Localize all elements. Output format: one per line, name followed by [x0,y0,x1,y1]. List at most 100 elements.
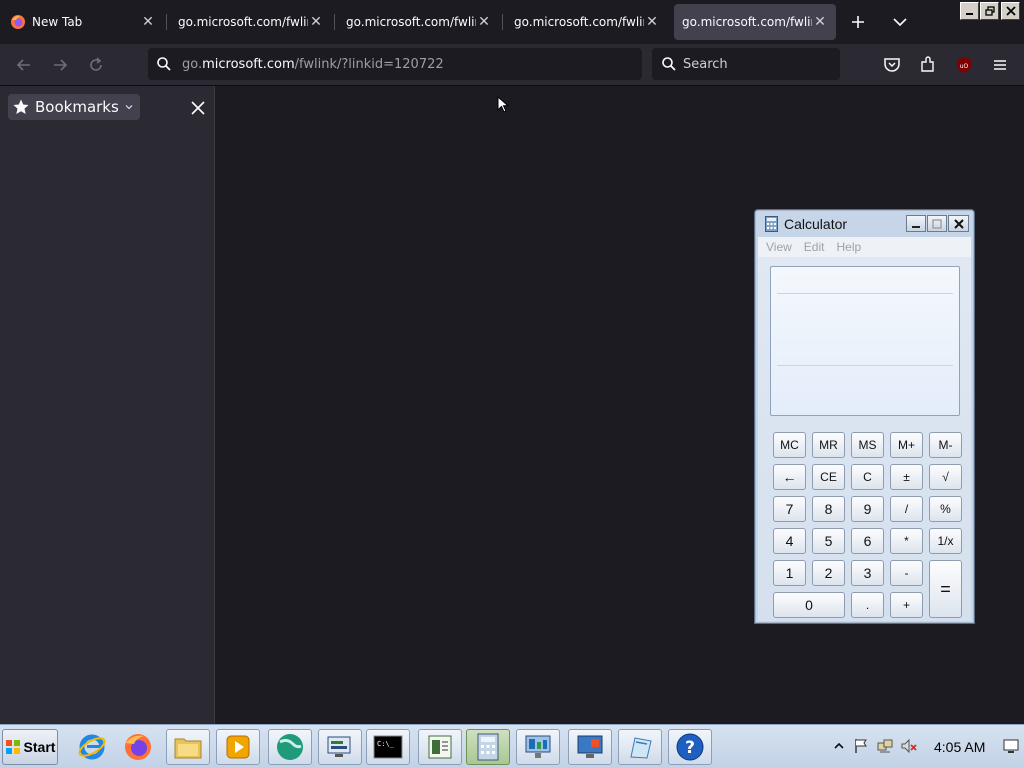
add-button[interactable]: + [890,592,923,618]
windows-logo-icon [5,740,20,754]
task-manager-taskbar-button[interactable] [516,729,560,765]
decimal-point-button[interactable]: . [851,592,884,618]
calculator-close-button[interactable] [948,215,969,232]
divide-button[interactable]: / [890,496,923,522]
monitor-icon [577,735,603,758]
internet-explorer-icon [78,734,106,760]
clear-entry-button[interactable]: CE [812,464,845,490]
url-prefix: go. [182,56,203,72]
remote-desktop-taskbar-button[interactable] [568,729,612,765]
notepad-taskbar-button[interactable] [418,729,462,765]
clear-button[interactable]: C [851,464,884,490]
menu-view[interactable]: View [766,240,792,254]
restore-icon [984,6,995,16]
reciprocal-button[interactable]: 1/x [929,528,962,554]
tab-fwlink-1[interactable]: go.microsoft.com/fwlink ✕ [170,4,332,40]
show-desktop-icon[interactable] [1002,737,1020,755]
digit-5-button[interactable]: 5 [812,528,845,554]
close-tab-icon[interactable]: ✕ [140,14,156,30]
close-sidebar-icon[interactable] [188,98,208,118]
multiply-button[interactable]: * [890,528,923,554]
paint-taskbar-button[interactable] [618,729,662,765]
minimize-window-button[interactable] [960,2,979,20]
file-explorer-taskbar-button[interactable] [166,729,210,765]
digit-8-button[interactable]: 8 [812,496,845,522]
digit-7-button[interactable]: 7 [773,496,806,522]
memory-recall-button[interactable]: MR [812,432,845,458]
close-tab-icon[interactable]: ✕ [476,14,492,30]
search-input[interactable]: Search [652,48,840,80]
tab-fwlink-active[interactable]: go.microsoft.com/fwlink, ✕ [674,4,836,40]
close-tab-icon[interactable]: ✕ [812,14,828,30]
svg-text:uO: uO [960,63,969,70]
calculator-display [770,266,960,416]
display-divider [777,365,953,366]
firefox-taskbar-button[interactable] [116,729,160,765]
memory-subtract-button[interactable]: M- [929,432,962,458]
mouse-pointer-icon [497,96,509,113]
command-prompt-taskbar-button[interactable]: C:\_ [366,729,410,765]
network-app-taskbar-button[interactable] [268,729,312,765]
address-bar[interactable]: go.microsoft.com/fwlink/?linkid=120722 [148,48,642,80]
close-tab-icon[interactable]: ✕ [308,14,324,30]
display-settings-taskbar-button[interactable] [318,729,362,765]
digit-0-button[interactable]: 0 [773,592,845,618]
menu-edit[interactable]: Edit [804,240,825,254]
paint-icon [630,737,652,759]
back-arrow-icon[interactable] [14,55,34,75]
extensions-icon[interactable] [918,55,938,75]
new-tab-plus-icon[interactable] [848,12,868,32]
square-root-button[interactable]: √ [929,464,962,490]
close-tab-icon[interactable]: ✕ [644,14,660,30]
sidebar-switcher-button[interactable]: Bookmarks [8,94,140,120]
display-settings-icon [327,736,351,757]
tab-fwlink-3[interactable]: go.microsoft.com/fwlink ✕ [506,4,668,40]
minimize-icon [912,225,920,228]
backspace-button[interactable]: ← [773,464,806,490]
tab-fwlink-2[interactable]: go.microsoft.com/fwlink ✕ [338,4,500,40]
negate-button[interactable]: ± [890,464,923,490]
memory-store-button[interactable]: MS [851,432,884,458]
calculator-maximize-button[interactable] [927,215,947,232]
digit-9-button[interactable]: 9 [851,496,884,522]
tab-new-tab[interactable]: New Tab ✕ [2,4,164,40]
subtract-button[interactable]: - [890,560,923,586]
menu-help[interactable]: Help [836,240,861,254]
network-icon[interactable] [876,737,894,755]
percent-button[interactable]: % [929,496,962,522]
help-taskbar-button[interactable]: ? [668,729,712,765]
memory-add-button[interactable]: M+ [890,432,923,458]
media-player-taskbar-button[interactable] [216,729,260,765]
volume-muted-icon[interactable] [900,737,918,755]
chevron-down-icon [125,105,133,110]
forward-arrow-icon[interactable] [50,55,70,75]
calculator-taskbar-button[interactable] [466,729,510,765]
memory-clear-button[interactable]: MC [773,432,806,458]
pocket-icon[interactable] [882,55,902,75]
calculator-minimize-button[interactable] [906,215,926,232]
restore-window-button[interactable] [980,2,999,20]
taskbar-clock[interactable]: 4:05 AM [934,739,985,755]
show-hidden-icons-chevron-icon[interactable] [830,737,848,755]
url-host: microsoft.com [202,56,295,72]
ublock-origin-icon[interactable]: uO [954,55,974,75]
close-window-button[interactable] [1001,2,1020,20]
chevron-down-icon[interactable] [890,12,910,32]
digit-1-button[interactable]: 1 [773,560,806,586]
reload-icon[interactable] [86,55,106,75]
digit-2-button[interactable]: 2 [812,560,845,586]
hamburger-menu-icon[interactable] [990,55,1010,75]
navigation-toolbar: go.microsoft.com/fwlink/?linkid=120722 S… [0,44,1024,86]
internet-explorer-taskbar-button[interactable] [70,729,114,765]
document-viewer-icon [428,735,452,759]
digit-6-button[interactable]: 6 [851,528,884,554]
command-prompt-icon: C:\_ [373,735,403,759]
digit-4-button[interactable]: 4 [773,528,806,554]
start-button[interactable]: Start [2,729,58,765]
calculator-window: Calculator View Edit Help MC MR MS M+ M-… [754,209,975,624]
system-monitor-icon [525,735,551,758]
equals-button[interactable]: = [929,560,962,618]
digit-3-button[interactable]: 3 [851,560,884,586]
tab-label: go.microsoft.com/fwlink [178,15,308,29]
action-center-flag-icon[interactable] [852,737,870,755]
